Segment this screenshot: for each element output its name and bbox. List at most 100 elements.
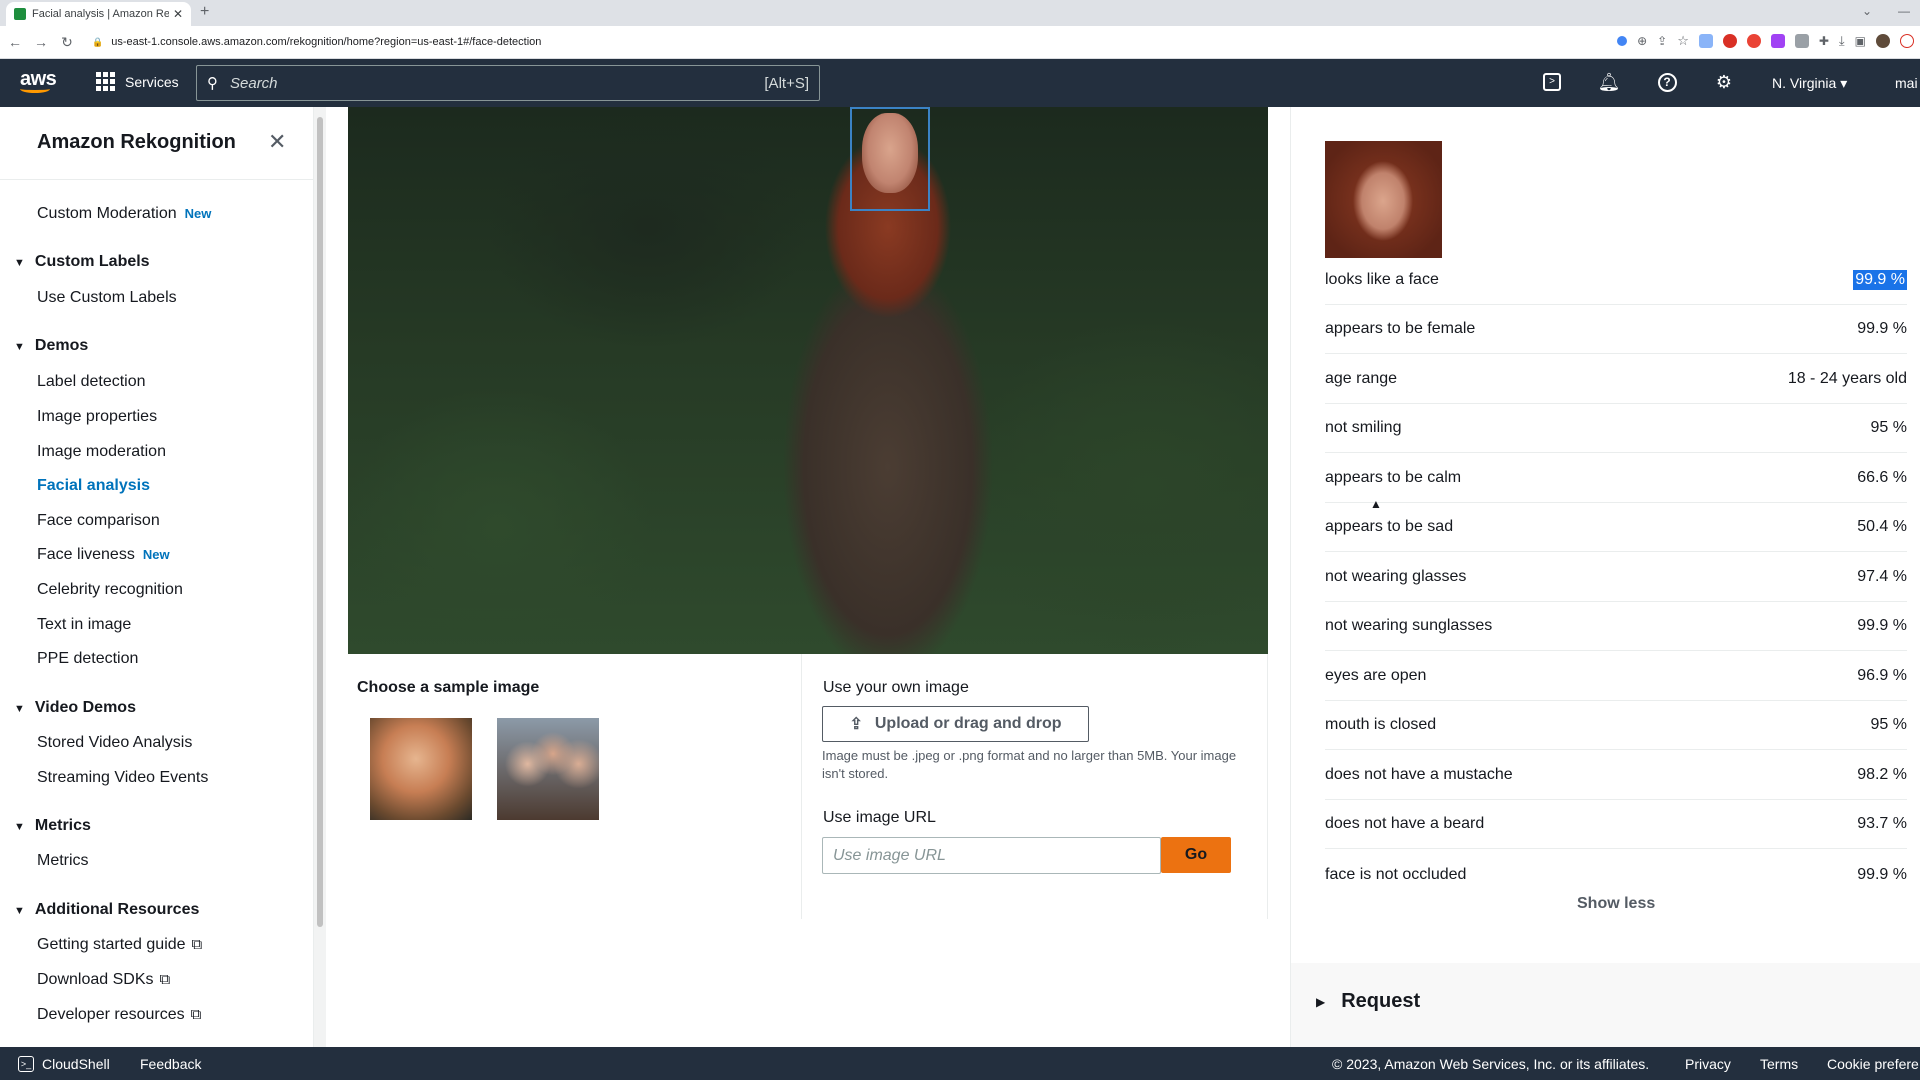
share-icon[interactable]: ⇪ [1657, 34, 1667, 48]
privacy-link[interactable]: Privacy [1685, 1056, 1731, 1072]
help-icon[interactable]: ? [1656, 71, 1678, 93]
result-row: eyes are open 96.9 % [1325, 652, 1907, 701]
section-label: Video Demos [34, 699, 136, 716]
sidebar-section-video-demos[interactable]: ▼ Video Demos [14, 699, 136, 717]
sidebar-section-demos[interactable]: ▼ Demos [14, 337, 88, 355]
cloudshell-button[interactable]: >_ CloudShell [18, 1056, 110, 1072]
url-text: us-east-1.console.aws.amazon.com/rekogni… [111, 36, 542, 48]
cookie-preferences-link[interactable]: Cookie prefere [1827, 1056, 1919, 1072]
sidebar-item-label: Getting started guide [37, 936, 186, 953]
back-icon[interactable]: ← [4, 34, 26, 50]
sidebar-item-getting-started-guide[interactable]: Getting started guide ⧉ [37, 936, 202, 954]
close-tab-icon[interactable]: ✕ [173, 7, 183, 21]
upload-button[interactable]: ⇪ Upload or drag and drop [822, 706, 1089, 742]
terms-link[interactable]: Terms [1760, 1056, 1798, 1072]
sidebar-scrollbar[interactable] [314, 107, 326, 1047]
show-less-button[interactable]: Show less [1577, 895, 1655, 913]
feedback-link[interactable]: Feedback [140, 1056, 201, 1072]
extension-icon[interactable] [1698, 34, 1713, 48]
chevron-down-icon[interactable]: ⌄ [1862, 4, 1872, 18]
sidebar-item-label: Download SDKs [37, 971, 154, 988]
sidebar-item-streaming-video-events[interactable]: Streaming Video Events [37, 769, 208, 787]
puzzle-icon[interactable]: ✚ [1819, 34, 1829, 48]
image-url-input[interactable] [822, 837, 1161, 874]
search-icon: ⚲ [207, 75, 218, 92]
sidepanel-icon[interactable]: ▣ [1855, 34, 1866, 48]
sample-images-title: Choose a sample image [357, 679, 540, 696]
extension-icon[interactable] [1770, 34, 1785, 48]
side-navigation: Amazon Rekognition ✕ Custom Moderation Ne… [0, 107, 314, 1047]
result-value: 50.4 % [1857, 518, 1907, 535]
sidebar-item-metrics[interactable]: Metrics [37, 852, 89, 870]
result-label: mouth is closed [1325, 716, 1437, 733]
sidebar-section-custom-labels[interactable]: ▼ Custom Labels [14, 253, 150, 271]
forward-icon[interactable]: → [30, 34, 52, 50]
sidebar-item-image-properties[interactable]: Image properties [37, 408, 157, 426]
zoom-icon[interactable]: ⊕ [1637, 34, 1647, 48]
search-shortcut: [Alt+S] [764, 74, 809, 92]
window-controls: ⌄ — [1862, 4, 1910, 18]
sidebar-item-facial-analysis[interactable]: Facial analysis [37, 477, 150, 495]
scrollbar-thumb[interactable] [317, 117, 323, 927]
sample-image-thumbnail[interactable] [497, 718, 599, 820]
result-row: not smiling 95 % [1325, 404, 1907, 453]
extension-icon[interactable] [1722, 34, 1737, 48]
aws-logo[interactable]: aws [20, 68, 57, 93]
sidebar-section-additional-resources[interactable]: ▼ Additional Resources [14, 901, 199, 919]
request-expander[interactable]: ▶ Request [1316, 990, 1420, 1013]
sidebar-title[interactable]: Amazon Rekognition [37, 131, 236, 154]
sidebar-item-custom-moderation[interactable]: Custom Moderation New [37, 205, 211, 223]
sidebar-item-image-moderation[interactable]: Image moderation [37, 443, 166, 461]
sidebar-item-ppe-detection[interactable]: PPE detection [37, 650, 138, 668]
sidebar-section-metrics[interactable]: ▼ Metrics [14, 817, 91, 835]
services-menu-button[interactable]: Services [96, 72, 179, 91]
sidebar-item-download-sdks[interactable]: Download SDKs ⧉ [37, 971, 170, 989]
sidebar-item-text-in-image[interactable]: Text in image [37, 616, 131, 634]
sidebar-item-developer-resources[interactable]: Developer resources ⧉ [37, 1006, 201, 1024]
sidebar-item-face-comparison[interactable]: Face comparison [37, 512, 160, 530]
notifications-icon[interactable]: 🔔︎ [1598, 71, 1621, 93]
profile-avatar[interactable] [1876, 34, 1890, 48]
sidebar-item-label: Custom Moderation [37, 205, 177, 222]
sidebar-item-label-detection[interactable]: Label detection [37, 373, 146, 391]
extension-icon[interactable] [1794, 34, 1809, 48]
menu-icon[interactable] [1900, 34, 1914, 48]
sidebar-item-celebrity-recognition[interactable]: Celebrity recognition [37, 581, 183, 599]
result-value: 99.9 % [1857, 320, 1907, 337]
star-icon[interactable]: ☆ [1677, 33, 1689, 49]
extension-icon[interactable] [1746, 34, 1761, 48]
external-link-icon: ⧉ [190, 1006, 202, 1023]
sample-image-thumbnail[interactable] [370, 718, 472, 820]
region-selector[interactable]: N. Virginia ▾ [1772, 75, 1847, 92]
new-tab-button[interactable]: + [200, 3, 209, 21]
result-label: not wearing glasses [1325, 568, 1467, 585]
browser-tab[interactable]: Facial analysis | Amazon Rekognition ✕ [6, 2, 191, 26]
download-icon[interactable]: ⤓ [1839, 33, 1845, 49]
search-input[interactable]: ⚲ Search [Alt+S] [196, 65, 820, 101]
sidebar-item-label: Developer resources [37, 1006, 185, 1023]
caret-down-icon: ▼ [14, 257, 25, 269]
aws-top-nav: aws Services ⚲ Search [Alt+S] > 🔔︎ ? ⚙ N… [0, 59, 1920, 107]
google-icon[interactable] [1617, 36, 1628, 46]
sample-image-panel: Choose a sample image [348, 654, 1268, 919]
lock-icon: 🔒 [92, 36, 104, 47]
settings-gear-icon[interactable]: ⚙ [1713, 71, 1735, 93]
caret-down-icon: ▼ [14, 341, 25, 353]
cloudshell-icon[interactable]: > [1541, 71, 1563, 93]
sidebar-item-stored-video-analysis[interactable]: Stored Video Analysis [37, 734, 192, 752]
url-field[interactable]: 🔒 us-east-1.console.aws.amazon.com/rekog… [92, 36, 541, 48]
sidebar-item-face-liveness[interactable]: Face liveness New [37, 546, 170, 564]
section-label: Additional Resources [34, 901, 200, 918]
own-image-title: Use your own image [823, 679, 969, 696]
sidebar-item-use-custom-labels[interactable]: Use Custom Labels [37, 289, 177, 307]
go-button[interactable]: Go [1161, 837, 1231, 873]
minimize-icon[interactable]: — [1898, 4, 1910, 18]
account-menu[interactable]: mai [1895, 75, 1918, 91]
face-bounding-box[interactable] [850, 107, 930, 211]
reload-icon[interactable]: ↻ [56, 34, 78, 51]
services-label: Services [125, 73, 179, 90]
browser-tab-bar: Facial analysis | Amazon Rekognition ✕ +… [0, 0, 1920, 26]
favicon-icon [14, 8, 26, 20]
close-sidebar-icon[interactable]: ✕ [268, 129, 286, 155]
caret-down-icon: ▼ [14, 703, 25, 715]
